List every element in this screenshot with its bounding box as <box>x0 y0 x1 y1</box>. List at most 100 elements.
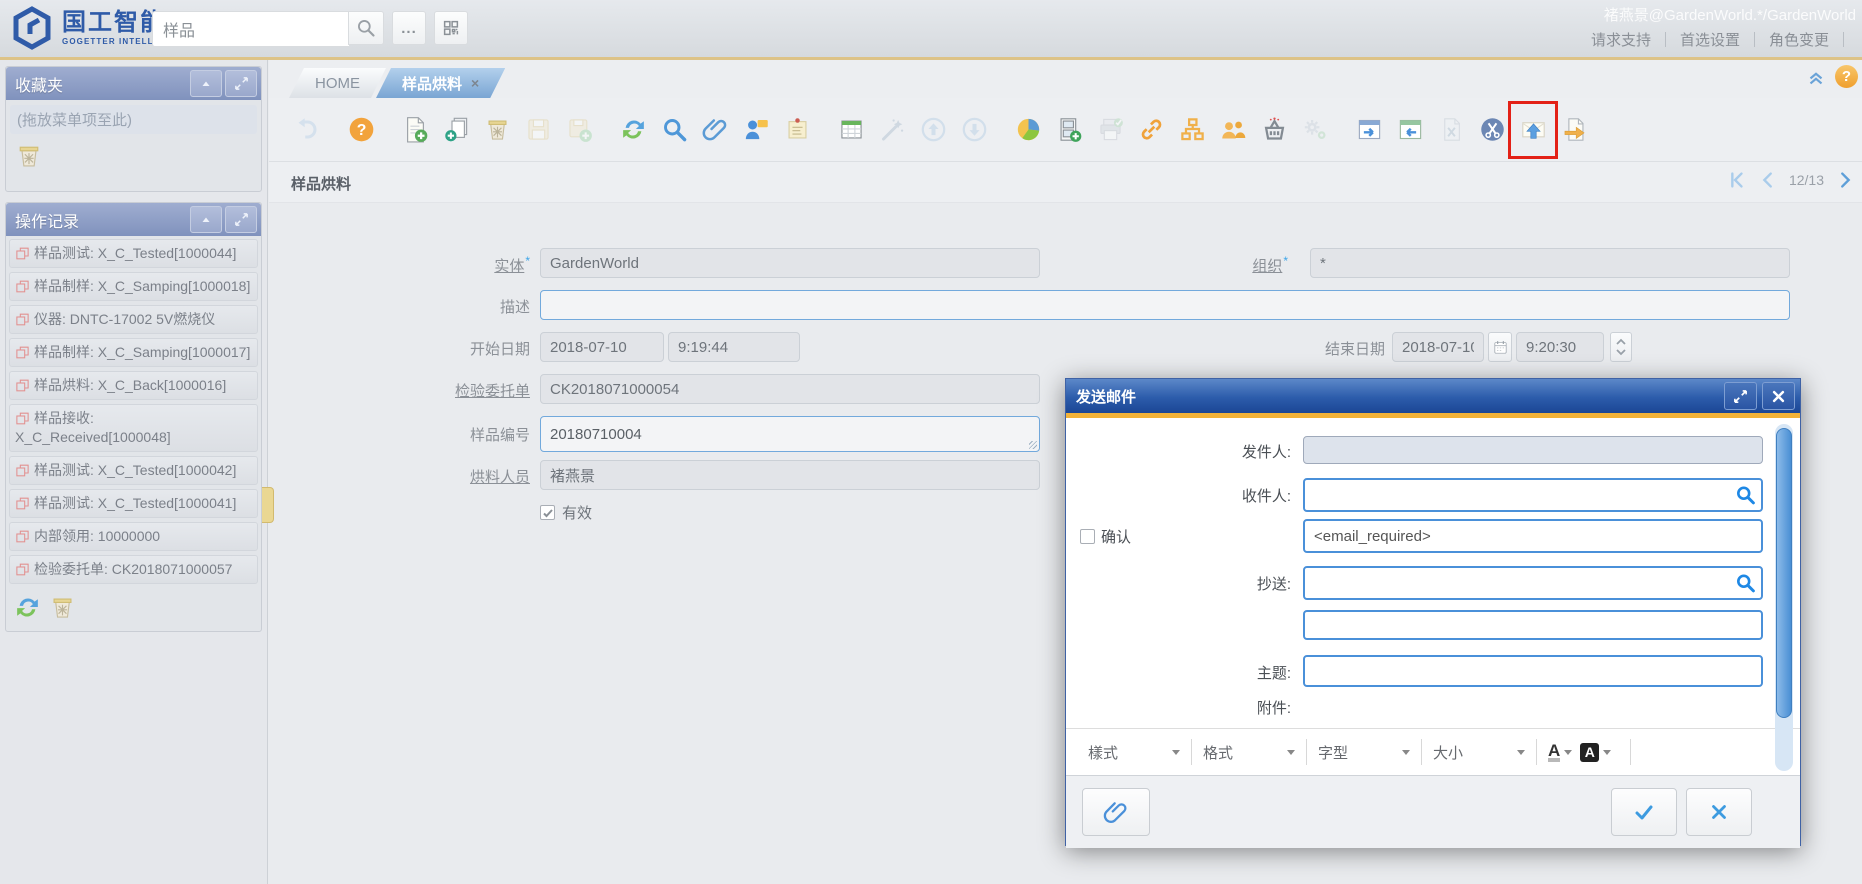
search-more-button[interactable]: ... <box>392 11 426 45</box>
contact-search-icon[interactable] <box>1735 485 1756 506</box>
entity-label[interactable]: 实体* <box>380 254 530 276</box>
history-item[interactable]: 样品测试: X_C_Tested[1000041] <box>9 489 258 518</box>
toolbar-help-button[interactable]: ? <box>345 112 377 148</box>
time-spinner[interactable] <box>1610 332 1632 362</box>
previous-record-icon[interactable] <box>1757 169 1779 191</box>
favorites-trash-icon[interactable] <box>14 141 44 171</box>
window-help-button[interactable]: ? <box>1835 65 1858 88</box>
baking-person-input <box>541 461 1039 489</box>
qr-code-button[interactable] <box>434 11 468 45</box>
toolbar-archive-button[interactable] <box>1053 112 1085 148</box>
dialog-maximize-button[interactable] <box>1724 382 1757 410</box>
global-search-input[interactable] <box>153 12 349 46</box>
next-record-icon[interactable] <box>1834 169 1856 191</box>
to-input[interactable] <box>1305 480 1761 510</box>
dialog-scrollbar-thumb[interactable] <box>1776 428 1792 718</box>
toolbar-request-link-button[interactable] <box>1135 112 1167 148</box>
history-trash-icon[interactable] <box>49 594 76 621</box>
baking-person-label[interactable]: 烘料人员 <box>380 466 530 487</box>
bg-color-button[interactable]: A <box>1580 743 1611 762</box>
process-icon <box>1302 116 1329 143</box>
toolbar-new-record-button[interactable] <box>399 112 431 148</box>
description-input[interactable] <box>541 291 1789 319</box>
text-color-button[interactable]: A <box>1548 743 1572 762</box>
dialog-titlebar[interactable]: 发送邮件 <box>1066 379 1800 413</box>
header-link-3[interactable]: 角色变更 <box>1755 29 1843 50</box>
history-item[interactable]: 样品烘料: X_C_Back[1000016] <box>9 371 258 400</box>
sample-no-label: 样品编号 <box>380 424 530 445</box>
toolbar-product-info-button[interactable] <box>1258 112 1290 148</box>
org-label[interactable]: 组织* <box>1150 254 1288 276</box>
confirm-send-button[interactable] <box>1611 788 1677 836</box>
subject-label: 主题: <box>1066 662 1291 683</box>
header-link-2[interactable]: 首选设置 <box>1666 29 1754 50</box>
inspection-order-label[interactable]: 检验委托单 <box>380 380 530 401</box>
contact-search-icon[interactable] <box>1735 573 1756 594</box>
email-input[interactable] <box>1305 521 1761 551</box>
first-record-icon[interactable] <box>1725 169 1747 191</box>
editor-dropdown-4[interactable]: 大小 <box>1433 742 1525 763</box>
magnifier-icon <box>356 18 376 38</box>
dialog-scrollbar-track[interactable] <box>1775 424 1793 771</box>
global-search-button[interactable] <box>348 11 384 45</box>
toolbar-grid-toggle-button[interactable] <box>835 112 867 148</box>
toolbar-workflow-button[interactable] <box>1176 112 1208 148</box>
favorites-expand-button[interactable] <box>225 70 257 97</box>
sample-no-input[interactable] <box>541 417 1039 451</box>
history-item[interactable]: 样品测试: X_C_Tested[1000044] <box>9 239 258 268</box>
tab-active-document[interactable]: 样品烘料× <box>376 68 505 98</box>
history-item[interactable]: 检验委托单: CK2018071000057 <box>9 555 258 584</box>
toolbar-group <box>617 112 813 148</box>
editor-dropdown-3[interactable]: 字型 <box>1318 742 1410 763</box>
toolbar-copy-record-button[interactable] <box>440 112 472 148</box>
history-item[interactable]: 内部领用: 10000000 <box>9 522 258 551</box>
window-link-icon <box>15 463 30 478</box>
collapse-panel-chevrons-icon[interactable] <box>1805 66 1827 88</box>
cc-input[interactable] <box>1305 568 1761 598</box>
favorites-drop-hint: (拖放菜单项至此) <box>10 105 257 134</box>
history-item[interactable]: 样品接收: X_C_Received[1000048] <box>9 404 258 452</box>
toolbar-delete-record-button[interactable] <box>481 112 513 148</box>
description-field <box>540 290 1790 320</box>
toolbar-chat-button[interactable] <box>740 112 772 148</box>
left-sidebar: 收藏夹 (拖放菜单项至此) 操作记录 样品测试: X_C_Tested[1000… <box>0 60 268 884</box>
dialog-close-button[interactable] <box>1762 382 1795 410</box>
send-email-icon <box>1520 116 1547 143</box>
tab-close-icon[interactable]: × <box>471 75 479 91</box>
ack-checkbox[interactable] <box>1080 529 1095 544</box>
toolbar-chart-button[interactable] <box>1012 112 1044 148</box>
history-item[interactable]: 样品测试: X_C_Tested[1000042] <box>9 456 258 485</box>
history-expand-button[interactable] <box>225 206 257 233</box>
favorites-collapse-button[interactable] <box>190 70 222 97</box>
header-link-1[interactable]: 请求支持 <box>1577 29 1665 50</box>
history-item-label: 检验委托单: CK2018071000057 <box>34 561 232 577</box>
toolbar-export-window-button[interactable] <box>1353 112 1385 148</box>
tab-home[interactable]: HOME <box>289 68 386 98</box>
toolbar-import-window-button[interactable] <box>1394 112 1426 148</box>
toolbar-save-button <box>522 112 554 148</box>
resize-handle[interactable] <box>1029 441 1037 449</box>
history-collapse-button[interactable] <box>190 206 222 233</box>
calendar-button[interactable] <box>1488 332 1512 362</box>
toolbar-attachment-button[interactable] <box>699 112 731 148</box>
history-item[interactable]: 仪器: DNTC-17002 5V燃烧仪 <box>9 305 258 334</box>
toolbar-export-document-button[interactable] <box>1558 112 1590 148</box>
toolbar-note-button[interactable] <box>781 112 813 148</box>
extra-input[interactable] <box>1305 612 1761 638</box>
cancel-button[interactable] <box>1686 788 1752 836</box>
toolbar-find-button[interactable] <box>658 112 690 148</box>
editor-dropdown-1[interactable]: 樣式 <box>1088 742 1180 763</box>
history-item[interactable]: 样品制样: X_C_Samping[1000017] <box>9 338 258 367</box>
editor-dropdown-2[interactable]: 格式 <box>1203 742 1295 763</box>
editor-separator <box>1191 739 1192 765</box>
toolbar-refresh-button[interactable] <box>617 112 649 148</box>
toolbar-share-users-button[interactable] <box>1217 112 1249 148</box>
history-item[interactable]: 样品制样: X_C_Samping[1000018] <box>9 272 258 301</box>
toolbar-send-email-button[interactable] <box>1517 112 1549 148</box>
history-refresh-icon[interactable] <box>14 594 41 621</box>
toolbar-csv-scissors-button[interactable] <box>1476 112 1508 148</box>
active-checkbox[interactable] <box>540 505 555 520</box>
attach-file-button[interactable] <box>1082 788 1150 836</box>
subject-input[interactable] <box>1305 657 1761 685</box>
window-link-icon <box>15 529 30 544</box>
